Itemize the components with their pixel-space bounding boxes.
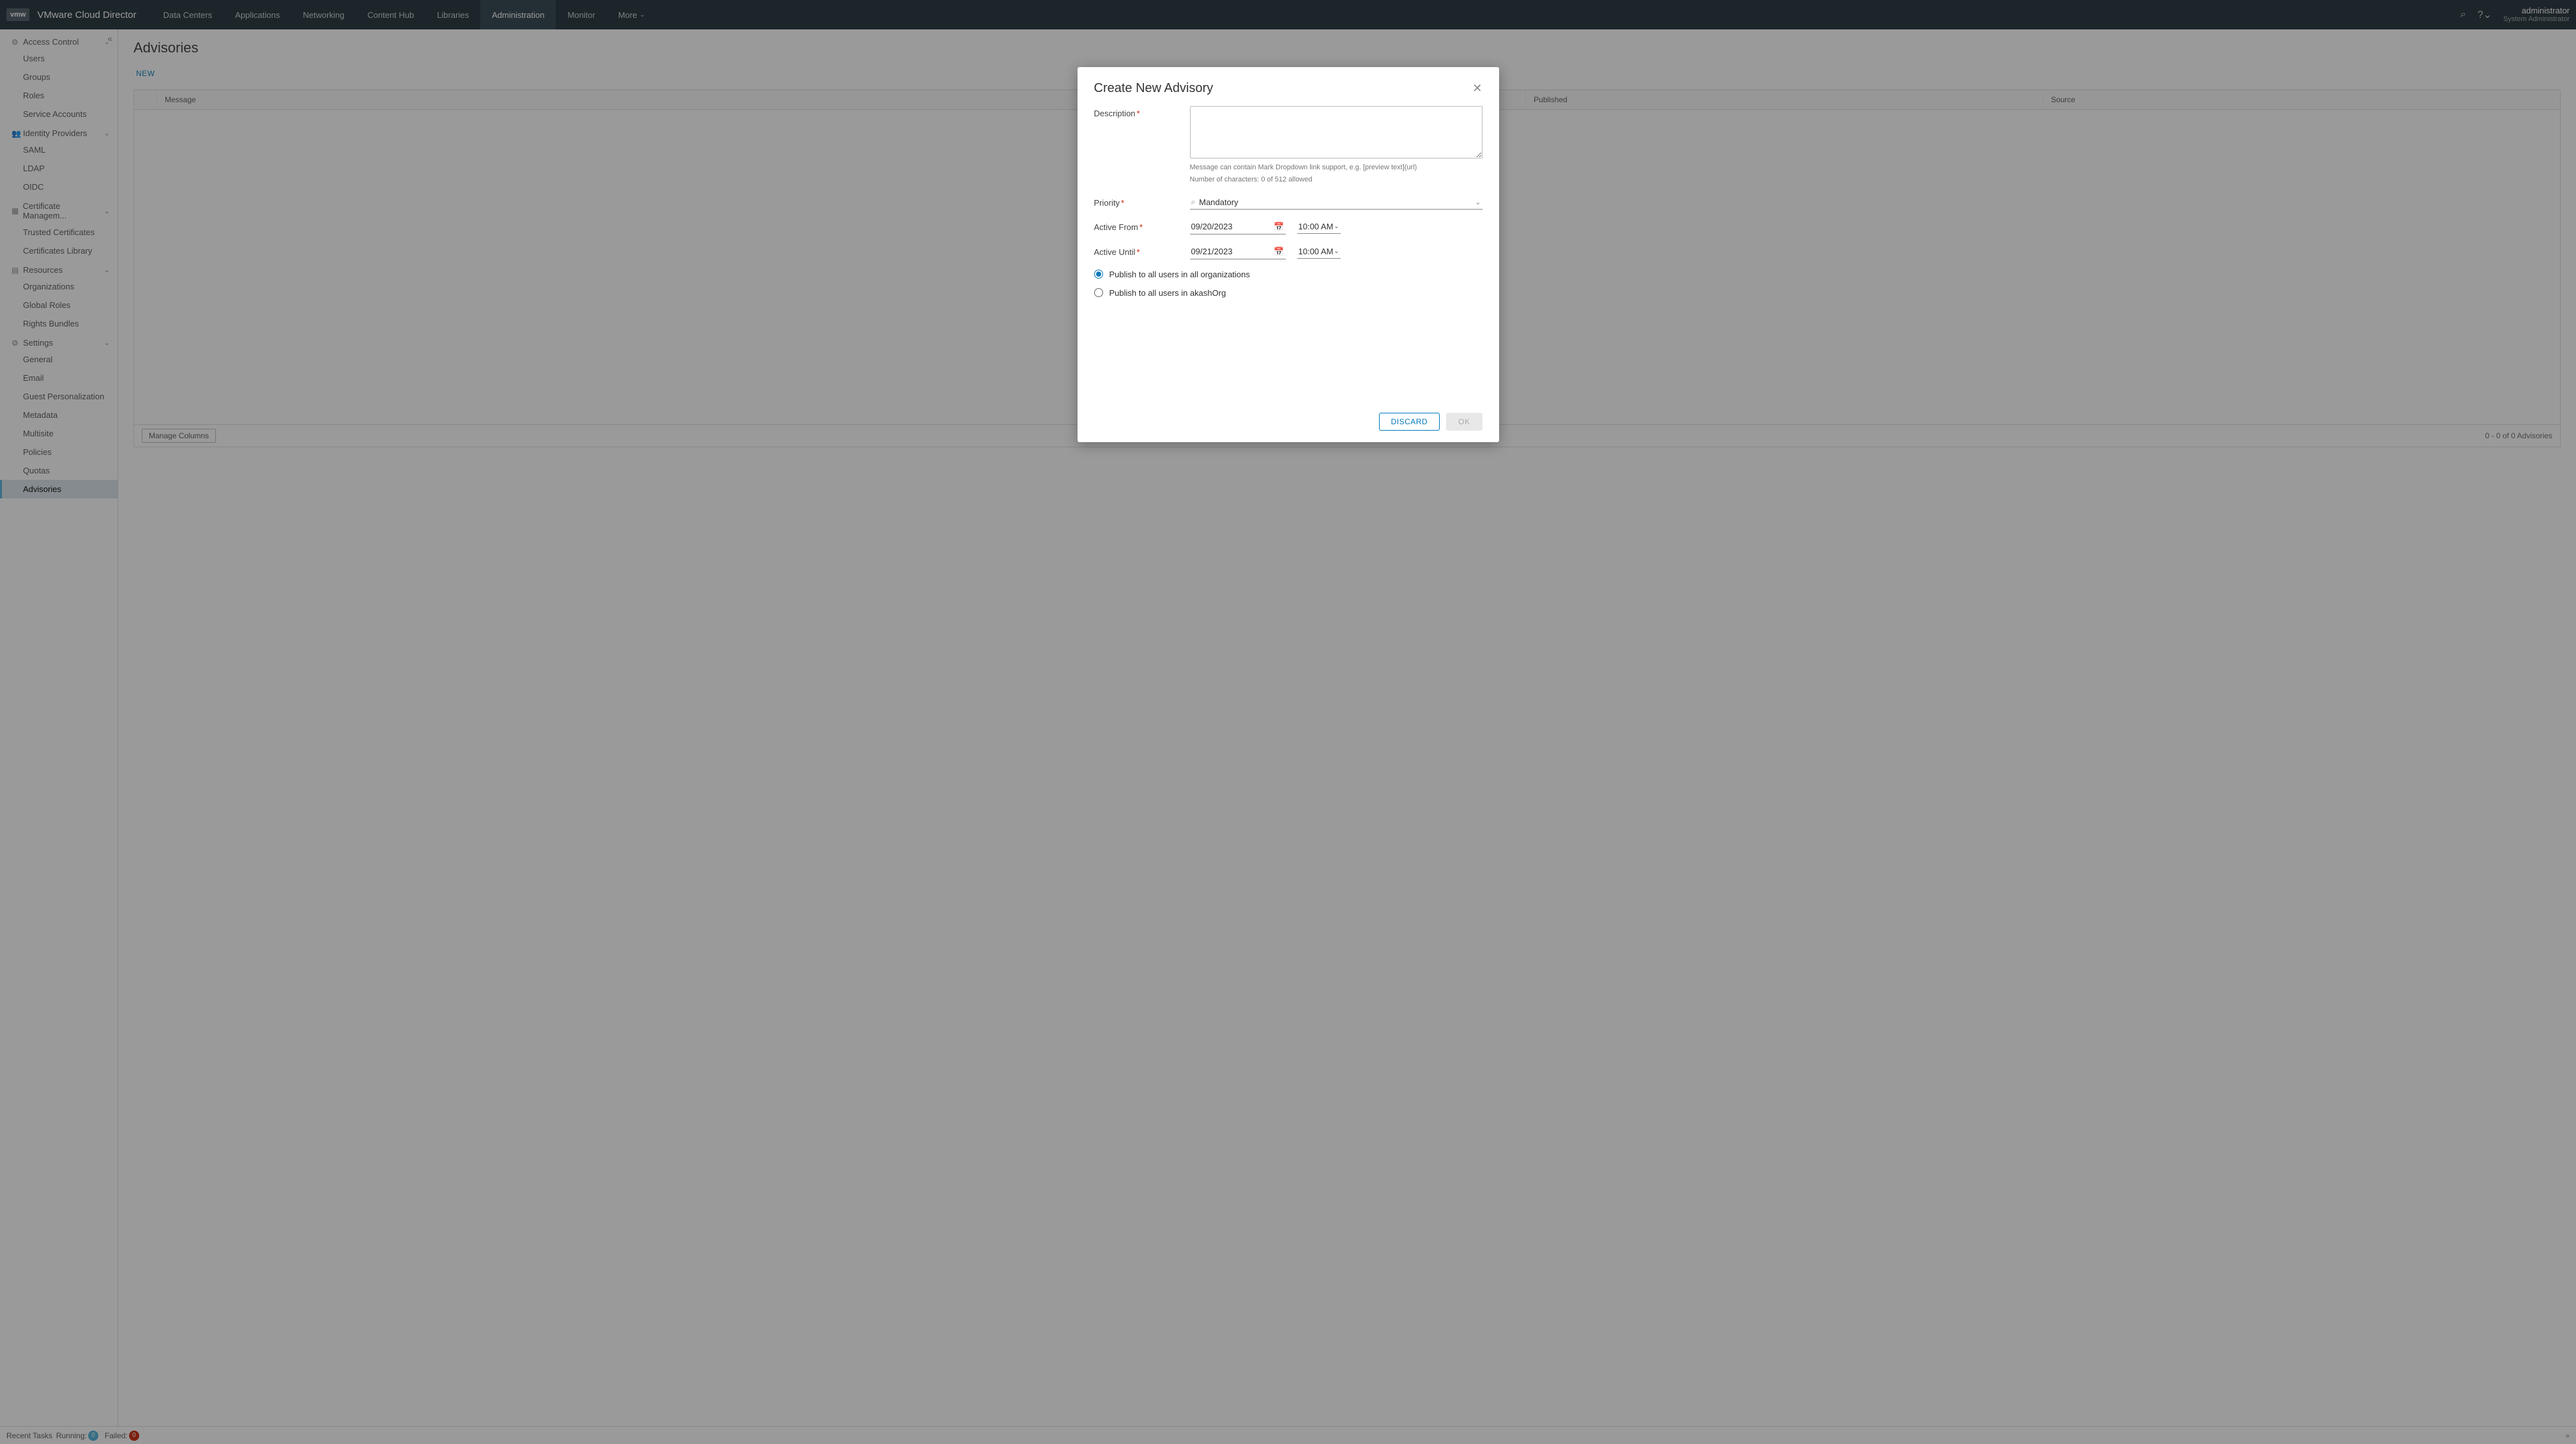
active-until-date-input[interactable]: 09/21/2023 📅 (1190, 245, 1286, 259)
chevron-down-icon: ⌄ (1334, 223, 1339, 230)
active-from-label: Active From* (1094, 220, 1190, 232)
publish-all-radio[interactable]: Publish to all users in all organization… (1094, 270, 1482, 279)
close-icon[interactable]: ✕ (1472, 82, 1482, 95)
discard-button[interactable]: DISCARD (1379, 413, 1440, 431)
active-from-date-input[interactable]: 09/20/2023 📅 (1190, 220, 1286, 234)
priority-label: Priority* (1094, 196, 1190, 208)
active-from-time-input[interactable]: 10:00 AM ⌄ (1297, 220, 1341, 234)
priority-select[interactable]: ⌕ Mandatory ⌄ (1190, 196, 1482, 210)
modal-overlay: Create New Advisory ✕ Description* Messa… (0, 0, 2576, 1444)
description-help-charcount: Number of characters: 0 of 512 allowed (1190, 175, 1482, 185)
chevron-down-icon: ⌄ (1334, 248, 1339, 255)
modal-title: Create New Advisory (1094, 81, 1214, 96)
calendar-icon[interactable]: 📅 (1274, 222, 1284, 232)
chevron-down-icon: ⌄ (1475, 198, 1481, 206)
search-icon: ⌕ (1191, 197, 1196, 207)
calendar-icon[interactable]: 📅 (1274, 247, 1284, 257)
create-advisory-dialog: Create New Advisory ✕ Description* Messa… (1078, 67, 1499, 442)
priority-value: Mandatory (1199, 197, 1475, 207)
ok-button[interactable]: OK (1446, 413, 1482, 431)
description-label: Description* (1094, 106, 1190, 118)
description-help-markdown: Message can contain Mark Dropdown link s… (1190, 163, 1482, 173)
radio-checked-icon (1094, 270, 1103, 279)
publish-org-radio[interactable]: Publish to all users in akashOrg (1094, 288, 1482, 298)
active-until-label: Active Until* (1094, 245, 1190, 257)
radio-unchecked-icon (1094, 288, 1103, 297)
description-input[interactable] (1190, 106, 1482, 158)
active-until-time-input[interactable]: 10:00 AM ⌄ (1297, 245, 1341, 259)
